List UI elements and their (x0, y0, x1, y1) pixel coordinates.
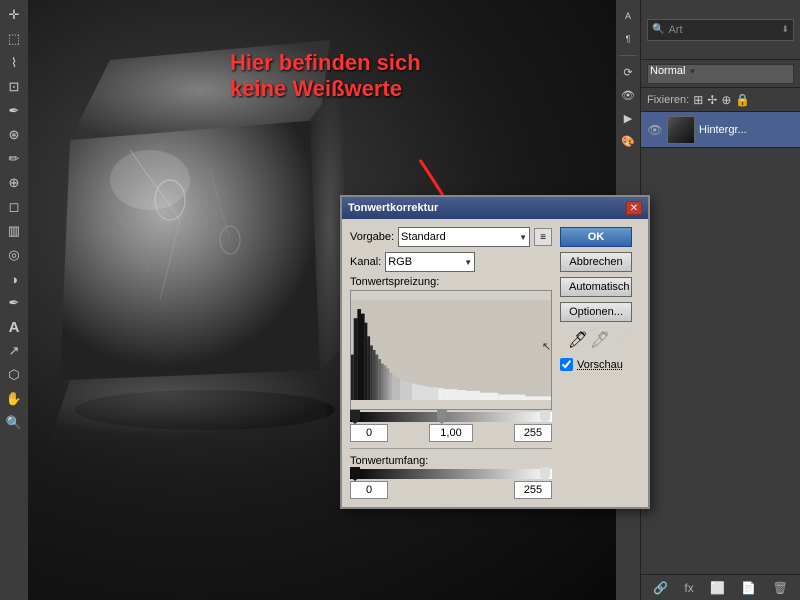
vorgabe-dropdown[interactable]: Standard ▼ (398, 227, 530, 247)
dialog-left-panel: Vorgabe: Standard ▼ ≡ Kanal: RGB ▼ Tonwe… (350, 227, 552, 499)
play-icon[interactable]: ▶ (618, 108, 638, 128)
presets-menu-button[interactable]: ≡ (534, 228, 552, 246)
channels-icon[interactable]: A (618, 6, 638, 26)
vorschau-row: Vorschau (560, 358, 640, 371)
black-point-input[interactable] (350, 424, 388, 442)
vorgabe-row: Vorgabe: Standard ▼ ≡ (350, 227, 552, 247)
lasso-tool[interactable]: ⌇ (3, 52, 25, 74)
output-levels-track (350, 469, 552, 479)
paragraph-icon[interactable]: ¶ (618, 29, 638, 49)
blend-mode-arrow: ▼ (689, 67, 697, 76)
hand-tool[interactable]: ✋ (3, 388, 25, 410)
layer-mask-icon[interactable]: ⬜ (710, 581, 725, 595)
tonwertspreizung-label: Tonwertspreizung: (350, 276, 552, 288)
dialog-titlebar: Tonwertkorrektur ✕ (342, 197, 648, 219)
midpoint-handle[interactable] (437, 410, 447, 424)
pen-tool[interactable]: ✒ (3, 292, 25, 314)
path-tool[interactable]: ↗ (3, 340, 25, 362)
crop-tool[interactable]: ⊡ (3, 76, 25, 98)
layer-item[interactable]: 👁 Hintergr... (641, 112, 800, 148)
eye-icon[interactable]: 👁 (618, 85, 638, 105)
tonwertkorrektur-dialog: Tonwertkorrektur ✕ Vorgabe: Standard ▼ ≡… (340, 195, 650, 509)
output-white-handle[interactable] (540, 467, 550, 481)
panel-search-area: 🔍 Art ⬇ (641, 0, 800, 60)
automatisch-button[interactable]: Automatisch (560, 277, 632, 297)
layer-link-icon[interactable]: 🔗 (653, 581, 668, 595)
kanal-dropdown[interactable]: RGB ▼ (385, 252, 475, 272)
output-values-row (350, 481, 552, 499)
gray-eyedropper[interactable]: 🖊 (591, 331, 609, 349)
output-white-input[interactable] (514, 481, 552, 499)
blur-tool[interactable]: ◎ (3, 244, 25, 266)
black-eyedropper[interactable]: 🖊 (569, 331, 587, 349)
text-tool[interactable]: A (3, 316, 25, 338)
svg-text:↖: ↖ (542, 341, 551, 353)
kanal-row: Kanal: RGB ▼ (350, 252, 552, 272)
layer-visibility-icon[interactable]: 👁 (647, 122, 663, 138)
brush-tool[interactable]: ✏ (3, 148, 25, 170)
dialog-body: Vorgabe: Standard ▼ ≡ Kanal: RGB ▼ Tonwe… (342, 219, 648, 507)
layer-fx-icon[interactable]: fx (684, 581, 693, 595)
blend-mode-value: Normal (650, 65, 685, 77)
lock-pixel-icon[interactable]: ✢ (707, 93, 717, 107)
layer-name: Hintergr... (699, 124, 747, 136)
lock-paint-icon[interactable]: ⊕ (721, 93, 731, 107)
dialog-title: Tonwertkorrektur (348, 202, 438, 214)
dialog-close-button[interactable]: ✕ (626, 201, 642, 215)
histogram-area: ↖ (350, 290, 552, 410)
ok-button[interactable]: OK (560, 227, 632, 247)
optionen-button[interactable]: Optionen... (560, 302, 632, 322)
kanal-dropdown-arrow: ▼ (464, 258, 472, 267)
dialog-right-panel: OK Abbrechen Automatisch Optionen... 🖊 🖊… (560, 227, 640, 499)
blend-mode-select[interactable]: Normal ▼ (647, 64, 794, 84)
histogram-chart: ↖ (351, 291, 551, 409)
blend-mode-row: Normal ▼ (641, 60, 800, 88)
kanal-value: RGB (388, 256, 412, 268)
vorgabe-label: Vorgabe: (350, 231, 394, 243)
output-black-input[interactable] (350, 481, 388, 499)
layers-panel: 🔍 Art ⬇ Normal ▼ Fixieren: ⊞ ✢ ⊕ 🔒 👁 Hin… (640, 0, 800, 600)
white-eyedropper[interactable]: 🖊 (613, 331, 631, 349)
vorgabe-dropdown-arrow: ▼ (519, 233, 527, 242)
zoom-tool[interactable]: 🔍 (3, 412, 25, 434)
search-bar[interactable]: 🔍 Art ⬇ (647, 19, 794, 41)
input-values-row (350, 424, 552, 442)
new-layer-icon[interactable]: 📄 (741, 581, 756, 595)
eyedropper-tool[interactable]: ✒ (3, 100, 25, 122)
shape-tool[interactable]: ⬡ (3, 364, 25, 386)
eraser-tool[interactable]: ◻ (3, 196, 25, 218)
output-black-handle[interactable] (350, 467, 360, 481)
paint-icon[interactable]: 🎨 (618, 131, 638, 151)
dodge-tool[interactable]: ◑ (3, 268, 25, 290)
abbrechen-button[interactable]: Abbrechen (560, 252, 632, 272)
vorgabe-value: Standard (401, 231, 446, 243)
black-point-handle[interactable] (350, 410, 360, 424)
input-levels-track (350, 412, 552, 422)
dialog-separator (350, 448, 552, 449)
delete-layer-icon[interactable]: 🗑 (773, 581, 788, 595)
midpoint-input[interactable] (429, 424, 473, 442)
search-placeholder: Art (668, 24, 682, 36)
clone-tool[interactable]: ⊕ (3, 172, 25, 194)
history-icon[interactable]: ⟳ (618, 62, 638, 82)
ice-cube-image (30, 20, 370, 440)
vorschau-checkbox[interactable] (560, 358, 573, 371)
layer-thumbnail (667, 116, 695, 144)
fixieren-row: Fixieren: ⊞ ✢ ⊕ 🔒 (641, 88, 800, 112)
kanal-label: Kanal: (350, 256, 381, 268)
spot-heal-tool[interactable]: ⊛ (3, 124, 25, 146)
tools-panel: ✛ ⬚ ⌇ ⊡ ✒ ⊛ ✏ ⊕ ◻ ▥ ◎ ◑ ✒ A ↗ ⬡ ✋ 🔍 (0, 0, 28, 600)
lock-all-icon[interactable]: 🔒 (735, 93, 750, 107)
lock-pos-icon[interactable]: ⊞ (693, 93, 703, 107)
select-tool[interactable]: ⬚ (3, 28, 25, 50)
eyedroppers-group: 🖊 🖊 🖊 (560, 331, 640, 349)
white-point-input[interactable] (514, 424, 552, 442)
white-point-handle[interactable] (540, 410, 550, 424)
vorschau-label: Vorschau (577, 359, 623, 371)
move-tool[interactable]: ✛ (3, 4, 25, 26)
tonwertumfang-label: Tonwertumfang: (350, 455, 552, 467)
gradient-tool[interactable]: ▥ (3, 220, 25, 242)
separator-line (619, 55, 637, 56)
fixieren-label: Fixieren: (647, 94, 689, 106)
